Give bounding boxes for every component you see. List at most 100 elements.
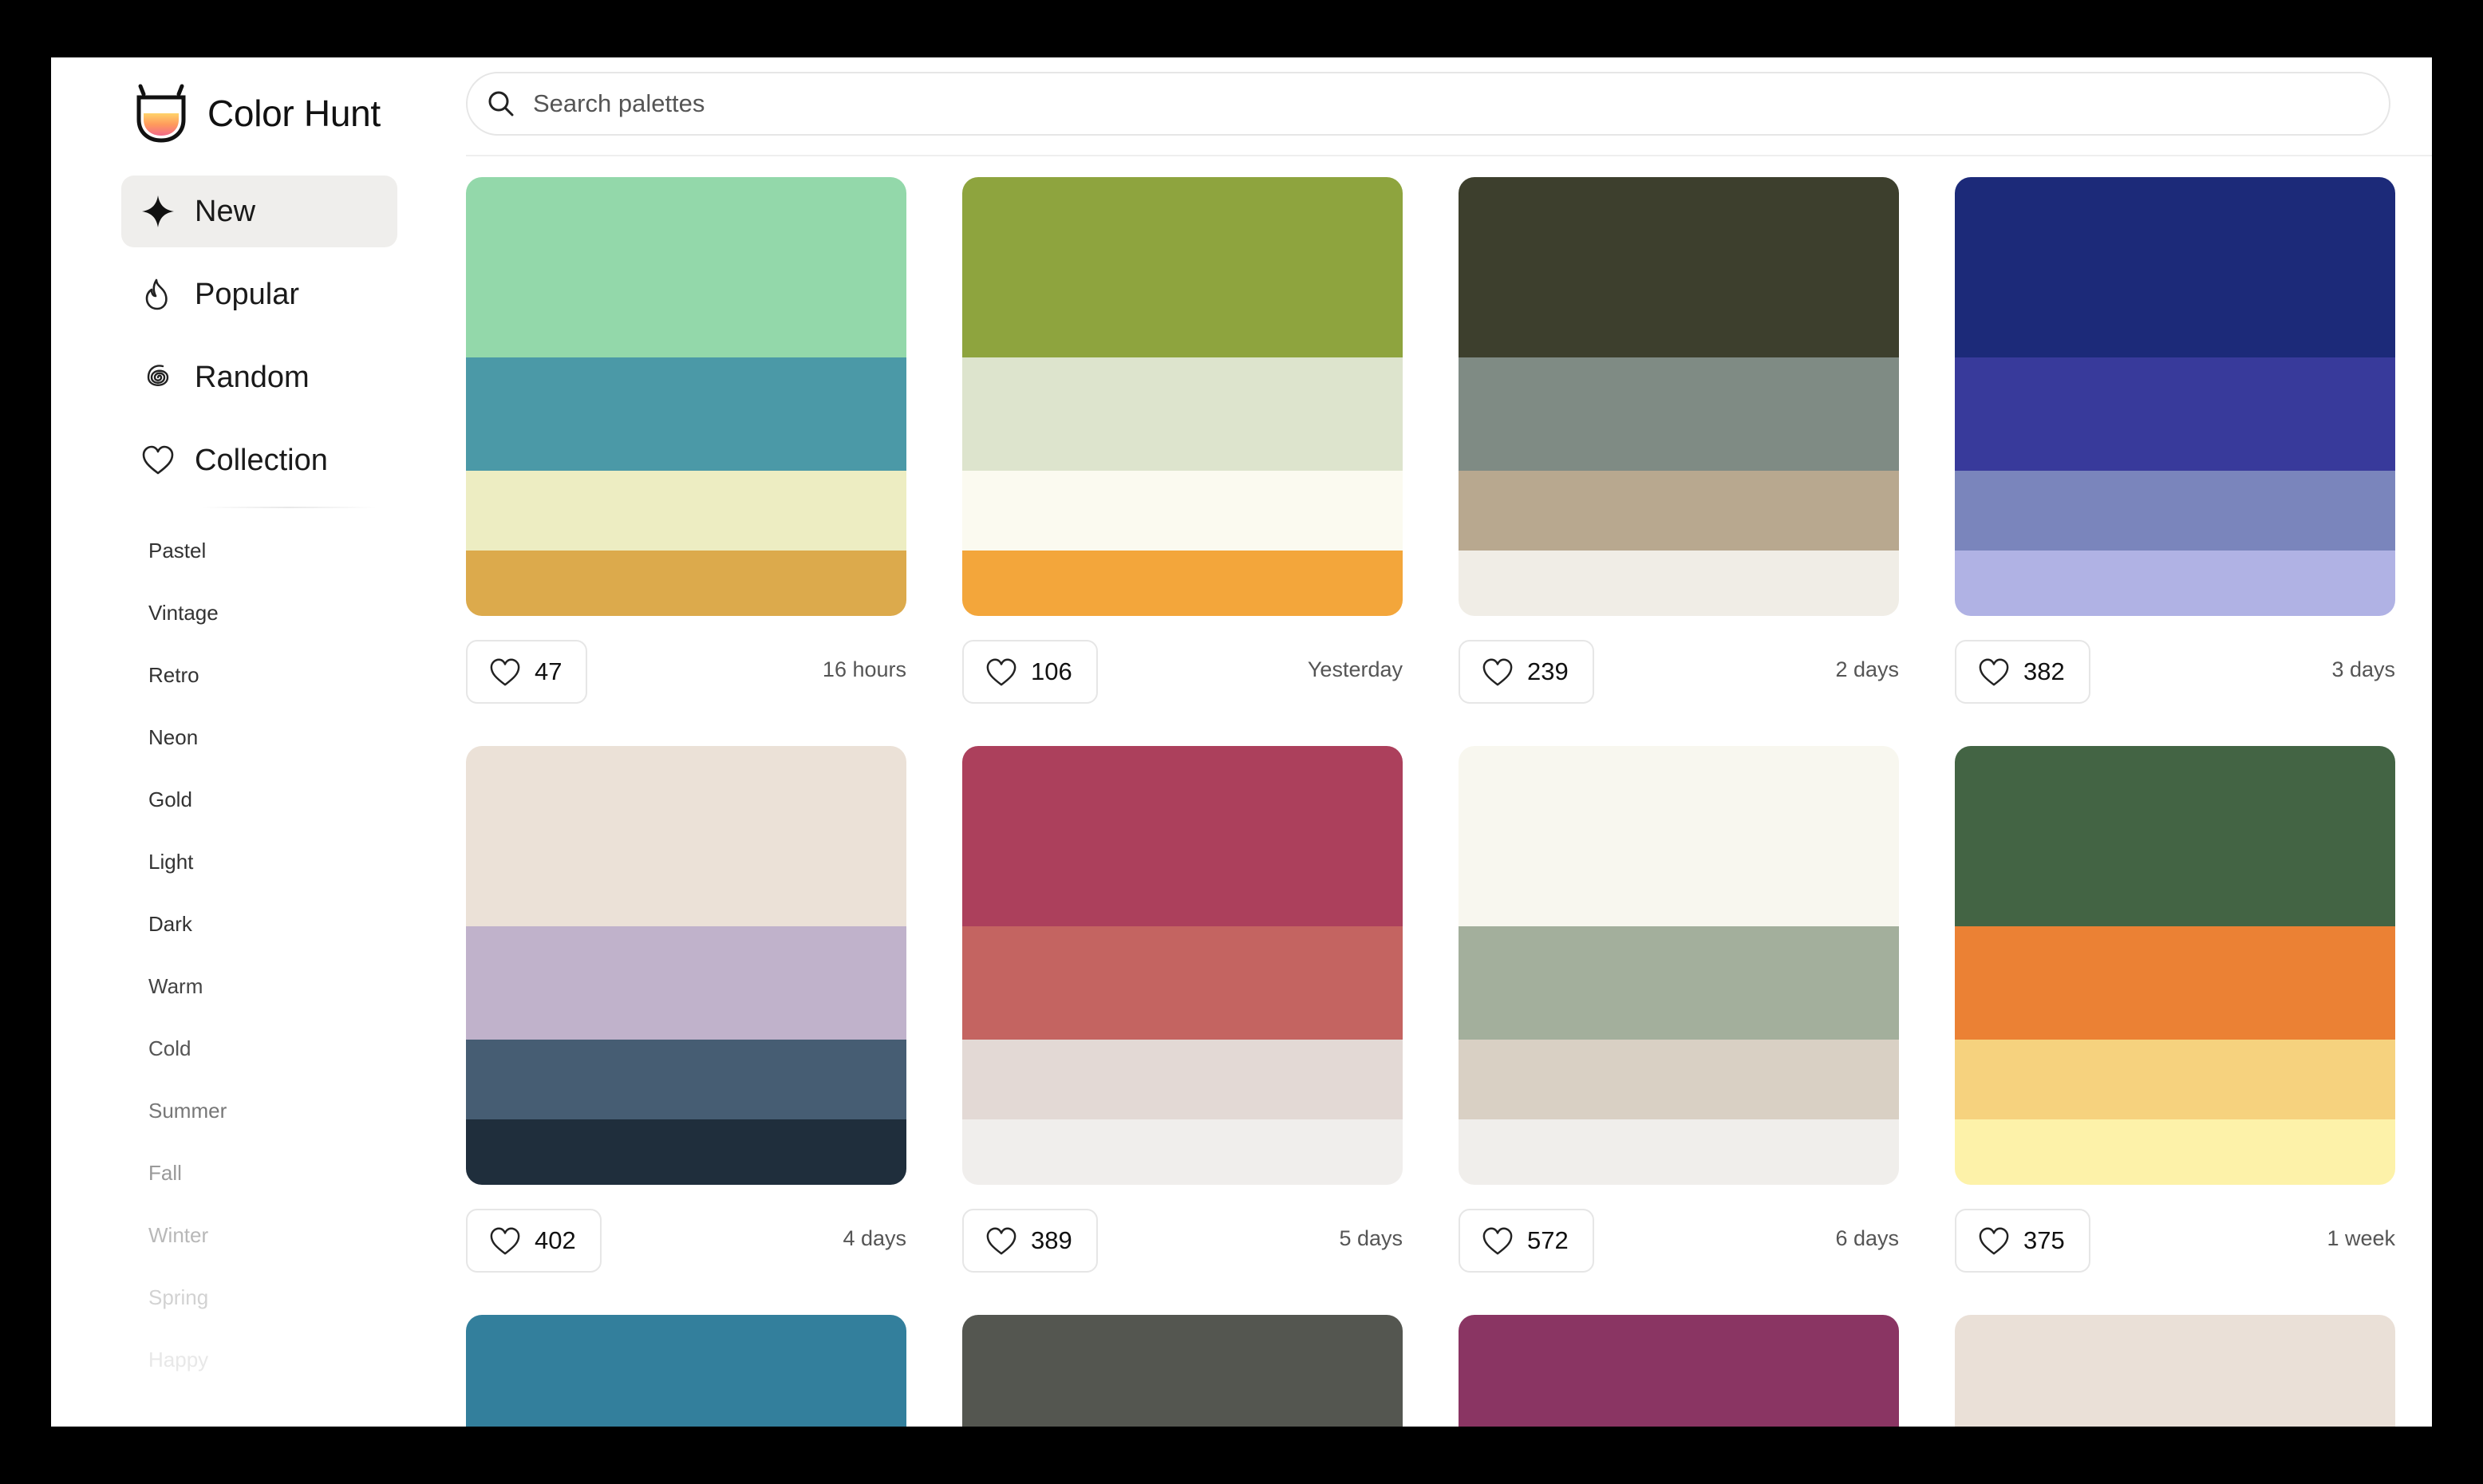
tag-happy[interactable]: Happy: [148, 1344, 208, 1375]
tag-spring[interactable]: Spring: [148, 1281, 208, 1313]
like-button[interactable]: 106: [962, 640, 1098, 704]
palette-swatches[interactable]: [1459, 177, 1899, 616]
color-swatch[interactable]: [1955, 1119, 2395, 1185]
color-swatch[interactable]: [466, 551, 906, 616]
like-count: 382: [2023, 657, 2065, 685]
palette-swatches[interactable]: [962, 746, 1403, 1185]
color-swatch[interactable]: [1459, 926, 1899, 1040]
palette-card: [1955, 1315, 2395, 1427]
palette-swatches[interactable]: [466, 746, 906, 1185]
tag-winter[interactable]: Winter: [148, 1219, 208, 1251]
color-swatch[interactable]: [1459, 746, 1899, 926]
palette-card: 47 16 hours: [466, 177, 906, 707]
like-button[interactable]: 572: [1459, 1209, 1594, 1273]
tag-warm[interactable]: Warm: [148, 970, 203, 1002]
heart-icon: [986, 658, 1016, 686]
color-swatch[interactable]: [466, 471, 906, 551]
color-swatch[interactable]: [1459, 551, 1899, 616]
color-swatch[interactable]: [1955, 1040, 2395, 1119]
tag-gold[interactable]: Gold: [148, 783, 192, 815]
tag-dark[interactable]: Dark: [148, 908, 192, 940]
color-swatch[interactable]: [962, 1040, 1403, 1119]
color-swatch[interactable]: [962, 357, 1403, 471]
like-button[interactable]: 47: [466, 640, 588, 704]
color-swatch[interactable]: [466, 177, 906, 357]
like-count: 239: [1527, 657, 1569, 685]
palette-swatches[interactable]: [1459, 1315, 1899, 1427]
like-count: 572: [1527, 1226, 1569, 1254]
palette-card: 572 6 days: [1459, 746, 1899, 1276]
color-swatch[interactable]: [962, 746, 1403, 926]
like-button[interactable]: 375: [1955, 1209, 2090, 1273]
like-count: 47: [535, 657, 563, 685]
header-divider: [466, 155, 2432, 156]
color-swatch[interactable]: [1459, 1040, 1899, 1119]
like-button[interactable]: 389: [962, 1209, 1098, 1273]
color-swatch[interactable]: [1459, 177, 1899, 357]
palette-swatches[interactable]: [1955, 746, 2395, 1185]
tag-light[interactable]: Light: [148, 846, 193, 878]
search-input[interactable]: [531, 89, 2389, 119]
color-swatch[interactable]: [1955, 551, 2395, 616]
tag-pastel[interactable]: Pastel: [148, 535, 206, 566]
nav-item-random[interactable]: Random: [121, 341, 397, 413]
color-swatch[interactable]: [1459, 471, 1899, 551]
flame-icon: [145, 278, 168, 310]
color-swatch[interactable]: [1955, 746, 2395, 926]
logo[interactable]: Color Hunt: [132, 73, 381, 153]
search-bar[interactable]: [466, 72, 2390, 136]
palette-date: 16 hours: [822, 657, 906, 681]
palette-card: 106 Yesterday: [962, 177, 1403, 707]
palette-card: [466, 1315, 906, 1427]
color-swatch[interactable]: [1955, 177, 2395, 357]
color-swatch[interactable]: [1955, 926, 2395, 1040]
nav-item-new[interactable]: New: [121, 176, 397, 247]
spiral-icon: [147, 365, 169, 386]
color-swatch[interactable]: [1459, 1119, 1899, 1185]
nav-item-popular[interactable]: Popular: [121, 259, 397, 330]
color-swatch[interactable]: [466, 926, 906, 1040]
palette-swatches[interactable]: [466, 1315, 906, 1427]
palette-date: 1 week: [2327, 1226, 2395, 1250]
palette-swatches[interactable]: [466, 177, 906, 616]
like-button[interactable]: 239: [1459, 640, 1594, 704]
palette-date: 4 days: [843, 1226, 906, 1250]
color-swatch[interactable]: [962, 177, 1403, 357]
heart-outline-icon: [142, 445, 174, 475]
palette-card: 389 5 days: [962, 746, 1403, 1276]
like-button[interactable]: 382: [1955, 640, 2090, 704]
color-swatch[interactable]: [962, 1119, 1403, 1185]
like-button[interactable]: 402: [466, 1209, 602, 1273]
tag-neon[interactable]: Neon: [148, 721, 198, 753]
palette-swatches[interactable]: [1955, 177, 2395, 616]
color-swatch[interactable]: [1459, 357, 1899, 471]
like-count: 389: [1031, 1226, 1072, 1254]
palette-card: [1459, 1315, 1899, 1427]
tag-cold[interactable]: Cold: [148, 1032, 191, 1064]
palette-date: 5 days: [1339, 1226, 1403, 1250]
color-swatch[interactable]: [466, 1040, 906, 1119]
palette-swatches[interactable]: [962, 1315, 1403, 1427]
nav-item-collection[interactable]: Collection: [121, 424, 397, 496]
color-swatch[interactable]: [962, 926, 1403, 1040]
palette-card: [962, 1315, 1403, 1427]
color-swatch[interactable]: [466, 1119, 906, 1185]
app-window: Color Hunt New Popular Random Collection: [51, 57, 2432, 1427]
like-count: 106: [1031, 657, 1072, 685]
palette-swatches[interactable]: [1459, 746, 1899, 1185]
like-count: 402: [535, 1226, 576, 1254]
color-swatch[interactable]: [962, 471, 1403, 551]
color-swatch[interactable]: [466, 746, 906, 926]
palette-swatches[interactable]: [1955, 1315, 2395, 1427]
nav-label: Random: [195, 360, 310, 394]
color-swatch[interactable]: [962, 551, 1403, 616]
tag-fall[interactable]: Fall: [148, 1157, 182, 1189]
tag-retro[interactable]: Retro: [148, 659, 199, 691]
color-swatch[interactable]: [466, 357, 906, 471]
tag-summer[interactable]: Summer: [148, 1095, 227, 1127]
color-swatch[interactable]: [1955, 357, 2395, 471]
palette-swatches[interactable]: [962, 177, 1403, 616]
search-icon: [488, 91, 514, 116]
tag-vintage[interactable]: Vintage: [148, 597, 219, 629]
color-swatch[interactable]: [1955, 471, 2395, 551]
